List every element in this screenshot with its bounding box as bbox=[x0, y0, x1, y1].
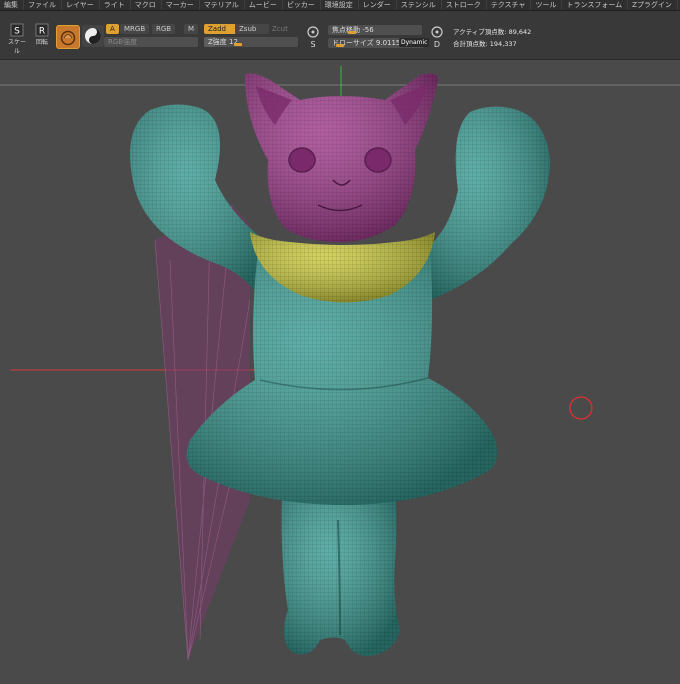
menu-item[interactable]: ファイル bbox=[24, 0, 62, 10]
dynamic-toggle[interactable]: Dynamic bbox=[399, 38, 430, 47]
legs-mesh bbox=[281, 495, 400, 656]
m-toggle[interactable]: M bbox=[184, 24, 199, 34]
menu-item[interactable]: レイヤー bbox=[62, 0, 100, 10]
rgb-intensity-slider[interactable]: RGB強度 bbox=[104, 37, 198, 47]
svg-text:S: S bbox=[14, 27, 20, 37]
total-points-label: 合計頂点数: bbox=[453, 40, 488, 48]
s-key-label: S bbox=[310, 40, 316, 49]
total-points-value: 194,337 bbox=[489, 40, 517, 48]
menu-item[interactable]: 編集 bbox=[0, 0, 24, 10]
draw-size-icon bbox=[307, 26, 319, 38]
brush-button[interactable] bbox=[56, 25, 80, 49]
focal-shift-knob[interactable] bbox=[348, 31, 356, 34]
menu-item[interactable]: マクロ bbox=[131, 0, 162, 10]
z-intensity-slider[interactable]: Z強度 12 bbox=[204, 37, 298, 47]
a-toggle[interactable]: A bbox=[106, 24, 119, 34]
rotate-button[interactable]: R 回転 bbox=[32, 23, 52, 53]
scale-icon: S bbox=[10, 23, 24, 37]
zcut-toggle[interactable]: Zcut bbox=[268, 24, 292, 34]
zadd-toggle[interactable]: Zadd bbox=[204, 24, 236, 34]
scale-button[interactable]: S スケール bbox=[6, 23, 28, 55]
alpha-icon bbox=[85, 28, 101, 44]
menu-item[interactable]: ピッカー bbox=[283, 0, 321, 10]
menu-item[interactable]: マテリアル bbox=[200, 0, 245, 10]
right-arm-mesh bbox=[425, 106, 550, 301]
mrgb-toggle[interactable]: MRGB bbox=[120, 24, 150, 34]
toolbar: S スケール R 回転 A MRGB RGB M Zadd Zsub Zcut … bbox=[0, 11, 680, 60]
draw-size-toggle[interactable]: S bbox=[303, 24, 323, 54]
active-points-toggle[interactable]: D bbox=[427, 24, 447, 54]
z-intensity-label: Z強度 bbox=[208, 38, 227, 46]
rotate-label: 回転 bbox=[35, 39, 48, 46]
menu-item[interactable]: ストローク bbox=[442, 0, 487, 10]
menu-item[interactable]: マーカー bbox=[162, 0, 200, 10]
viewport-scene bbox=[0, 66, 680, 661]
rgb-intensity-label: RGB強度 bbox=[108, 38, 138, 46]
menu-item[interactable]: レンダー bbox=[359, 0, 397, 10]
menu-item[interactable]: ムービー bbox=[245, 0, 283, 10]
rotate-icon: R bbox=[35, 23, 49, 37]
draw-size-knob[interactable] bbox=[336, 44, 344, 47]
menu-bar: 編集 ファイル レイヤー ライト マクロ マーカー マテリアル ムービー ピッカー 環境設定 レンダ… bbox=[0, 0, 680, 11]
total-points-readout: 合計頂点数: 194,337 bbox=[453, 38, 517, 48]
focal-shift-value: -56 bbox=[362, 26, 374, 34]
menu-item[interactable]: ツール bbox=[531, 0, 563, 10]
rgb-toggle[interactable]: RGB bbox=[152, 24, 176, 34]
z-intensity-knob[interactable] bbox=[234, 43, 242, 46]
viewport-canvas[interactable] bbox=[0, 60, 680, 680]
active-points-value: 89,642 bbox=[508, 28, 532, 36]
cat-head-mesh bbox=[245, 73, 438, 242]
scale-label: スケール bbox=[7, 39, 26, 55]
menu-item[interactable]: ライト bbox=[100, 0, 131, 10]
menu-item[interactable]: テクスチャ bbox=[487, 0, 532, 10]
menu-item[interactable]: Zプラグイン bbox=[628, 0, 678, 10]
menu-item[interactable]: トランスフォーム bbox=[562, 0, 629, 10]
active-points-icon bbox=[431, 26, 443, 38]
zsub-toggle[interactable]: Zsub bbox=[235, 24, 269, 34]
svg-text:R: R bbox=[39, 27, 45, 37]
cursor-ring-icon bbox=[569, 396, 593, 420]
active-points-label: アクティブ頂点数: bbox=[453, 28, 507, 36]
active-points-readout: アクティブ頂点数: 89,642 bbox=[453, 26, 531, 36]
brush-icon bbox=[60, 30, 76, 46]
focal-shift-slider[interactable]: 焦点移動 -56 bbox=[328, 25, 422, 35]
menu-item[interactable]: ステンシル bbox=[397, 0, 442, 10]
menu-item[interactable]: 環境設定 bbox=[321, 0, 359, 10]
alpha-button[interactable] bbox=[82, 25, 104, 47]
d-key-label: D bbox=[433, 40, 441, 49]
